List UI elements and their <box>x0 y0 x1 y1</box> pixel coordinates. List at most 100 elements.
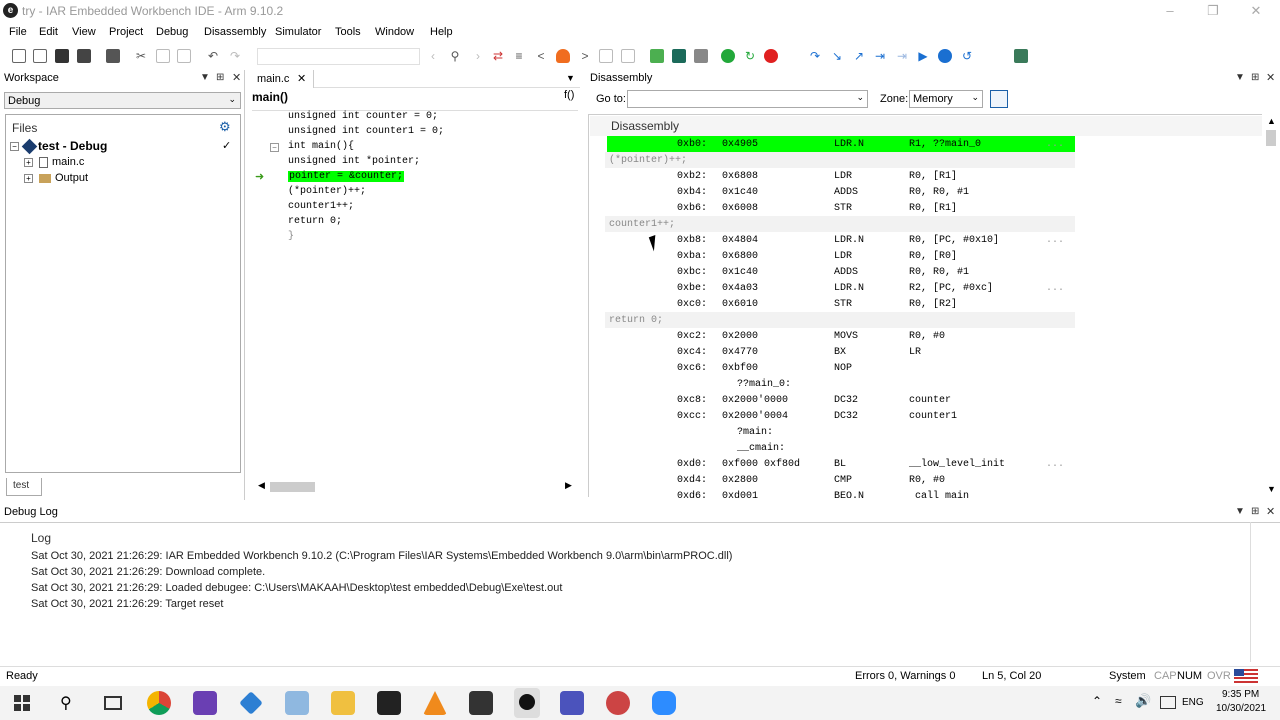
menu-edit[interactable]: Edit <box>39 26 58 38</box>
make-icon[interactable] <box>621 49 635 63</box>
notepad-icon[interactable] <box>285 691 309 715</box>
find-prev-icon[interactable]: ‹ <box>426 49 440 63</box>
close-window-button[interactable]: ✕ <box>1241 2 1271 20</box>
memory-options-icon[interactable] <box>990 90 1008 108</box>
step-out-icon[interactable]: ↗ <box>852 49 866 63</box>
scroll-thumb[interactable] <box>270 482 315 492</box>
tree-project-row[interactable]: − test - Debug ✓ <box>8 138 240 155</box>
clock-date[interactable]: 10/30/2021 <box>1216 703 1266 714</box>
task-view-icon[interactable] <box>104 696 122 710</box>
disassembly-source-row[interactable]: (*pointer)++; <box>605 152 1075 168</box>
disassembly-row[interactable]: 0xba: 0x6800 LDR R0, [R0] <box>605 248 1075 264</box>
next-statement-icon[interactable]: ⇥ <box>873 49 887 63</box>
disassembly-row[interactable]: 0xb2: 0x6808 LDR R0, [R1] <box>605 168 1075 184</box>
workspace-tab-test[interactable]: test <box>6 478 42 496</box>
new-file-icon[interactable] <box>12 49 26 63</box>
disassembly-row[interactable]: 0xd0: 0xf000 0xf80d BL __low_level_init... <box>605 456 1075 472</box>
vlc-icon[interactable] <box>423 691 447 715</box>
disassembly-row[interactable]: 0xc6: 0xbf00 NOP <box>605 360 1075 376</box>
h-scrollbar[interactable]: ◀ ▶ <box>252 480 578 494</box>
file-explorer-icon[interactable] <box>331 691 355 715</box>
expand-icon[interactable]: + <box>24 158 33 167</box>
stop-debug-icon[interactable] <box>764 49 778 63</box>
copy-icon[interactable] <box>156 49 170 63</box>
language-indicator[interactable]: ENG <box>1182 697 1204 708</box>
windows-start-icon[interactable] <box>14 695 30 711</box>
breakpoint-shield-icon[interactable] <box>556 49 570 63</box>
disassembly-source-row[interactable]: counter1++; <box>605 216 1075 232</box>
disassembly-current-row[interactable]: 0xb0: 0x4905 LDR.N R1, ??main_0... <box>605 136 1075 152</box>
scroll-left-icon[interactable]: ◀ <box>258 480 265 491</box>
undo-icon[interactable]: ↶ <box>206 49 220 63</box>
nav-forward-icon[interactable]: > <box>578 49 592 63</box>
disassembly-row[interactable]: 0xb6: 0x6008 STR R0, [R1] <box>605 200 1075 216</box>
log-scrollbar[interactable] <box>1250 522 1251 662</box>
find-next-icon[interactable]: › <box>471 49 485 63</box>
disassembly-row[interactable]: 0xc4: 0x4770 BX LR <box>605 344 1075 360</box>
save-icon[interactable] <box>55 49 69 63</box>
gear-icon[interactable]: ⚙ <box>219 119 231 135</box>
scroll-right-icon[interactable]: ▶ <box>565 480 572 491</box>
menu-debug[interactable]: Debug <box>156 26 188 38</box>
disassembly-row[interactable]: 0xd6: 0xd001 BEQ.N _call_main <box>605 488 1075 498</box>
restart-icon[interactable]: ↻ <box>743 49 757 63</box>
pin-icon[interactable]: ⊞ <box>1251 506 1259 517</box>
v-scrollbar[interactable]: ▲ ▼ <box>1264 114 1278 497</box>
iar-taskbar-button[interactable] <box>514 688 540 718</box>
disassembly-row[interactable]: 0xcc: 0x2000'0004 DC32 counter1 <box>605 408 1075 424</box>
tab-main-c[interactable]: main.c ✕ <box>250 70 314 88</box>
find-icon[interactable]: ⚲ <box>448 49 462 63</box>
disassembly-label-row[interactable]: ?main: <box>605 424 1075 440</box>
fold-icon[interactable]: − <box>270 143 279 152</box>
disassembly-row[interactable]: 0xbe: 0x4a03 LDR.N R2, [PC, #0xc]... <box>605 280 1075 296</box>
disassembly-row[interactable]: 0xc0: 0x6010 STR R0, [R2] <box>605 296 1075 312</box>
function-list-icon[interactable]: f() <box>564 89 574 101</box>
restore-button[interactable]: ❐ <box>1198 2 1228 20</box>
function-nav[interactable]: main() <box>252 90 288 104</box>
tray-chevron-icon[interactable]: ⌃ <box>1092 694 1102 708</box>
build-icon[interactable] <box>650 49 664 63</box>
clock-time[interactable]: 9:35 PM <box>1222 689 1259 700</box>
menu-file[interactable]: File <box>9 26 27 38</box>
visual-studio-icon[interactable] <box>193 691 217 715</box>
menu-window[interactable]: Window <box>375 26 414 38</box>
reset-icon[interactable] <box>721 49 735 63</box>
tree-item-output[interactable]: + Output <box>8 171 208 187</box>
disassembly-row[interactable]: 0xbc: 0x1c40 ADDS R0, R0, #1 <box>605 264 1075 280</box>
tabs-dropdown-icon[interactable]: ▼ <box>566 73 575 83</box>
goto-input[interactable]: ⌄ <box>627 90 868 108</box>
app-icon[interactable] <box>239 691 263 715</box>
pin-icon[interactable]: ⊞ <box>216 72 224 83</box>
collapse-icon[interactable]: − <box>10 142 19 151</box>
nav-back-icon[interactable]: < <box>534 49 548 63</box>
terminal-icon[interactable] <box>469 691 493 715</box>
panel-menu-icon[interactable]: ▼ <box>200 72 210 83</box>
menu-simulator[interactable]: Simulator <box>275 26 321 38</box>
project-options-icon[interactable] <box>1014 49 1028 63</box>
close-tab-icon[interactable]: ✕ <box>297 72 306 85</box>
disassembly-row[interactable]: 0xb4: 0x1c40 ADDS R0, R0, #1 <box>605 184 1075 200</box>
tree-item-main-c[interactable]: + main.c <box>8 155 208 171</box>
bookmark-list-icon[interactable]: ≡ <box>512 49 526 63</box>
zone-select[interactable]: Memory ⌄ <box>909 90 983 108</box>
video-editor-icon[interactable] <box>377 691 401 715</box>
disassembly-row[interactable]: 0xc2: 0x2000 MOVS R0, #0 <box>605 328 1075 344</box>
disassembly-source-row[interactable]: return 0; <box>605 312 1075 328</box>
config-select[interactable]: Debug ⌄ <box>4 92 241 109</box>
paste-icon[interactable] <box>177 49 191 63</box>
compile-icon[interactable] <box>599 49 613 63</box>
teams-icon[interactable] <box>560 691 584 715</box>
menu-project[interactable]: Project <box>109 26 143 38</box>
minimize-button[interactable]: – <box>1155 2 1185 20</box>
redo-icon[interactable]: ↷ <box>228 49 242 63</box>
volume-icon[interactable]: 🔊 <box>1135 693 1151 709</box>
disassembly-row[interactable]: 0xc8: 0x2000'0000 DC32 counter <box>605 392 1075 408</box>
wifi-icon[interactable]: ≈ <box>1115 694 1122 708</box>
chrome-icon[interactable] <box>147 691 171 715</box>
new-doc-icon[interactable] <box>33 49 47 63</box>
go-to-icon[interactable]: ⇄ <box>491 49 505 63</box>
save-all-icon[interactable] <box>77 49 91 63</box>
disassembly-label-row[interactable]: ??main_0: <box>605 376 1075 392</box>
debug-download-icon[interactable] <box>672 49 686 63</box>
run-to-cursor-icon[interactable]: ⇥ <box>895 49 909 63</box>
